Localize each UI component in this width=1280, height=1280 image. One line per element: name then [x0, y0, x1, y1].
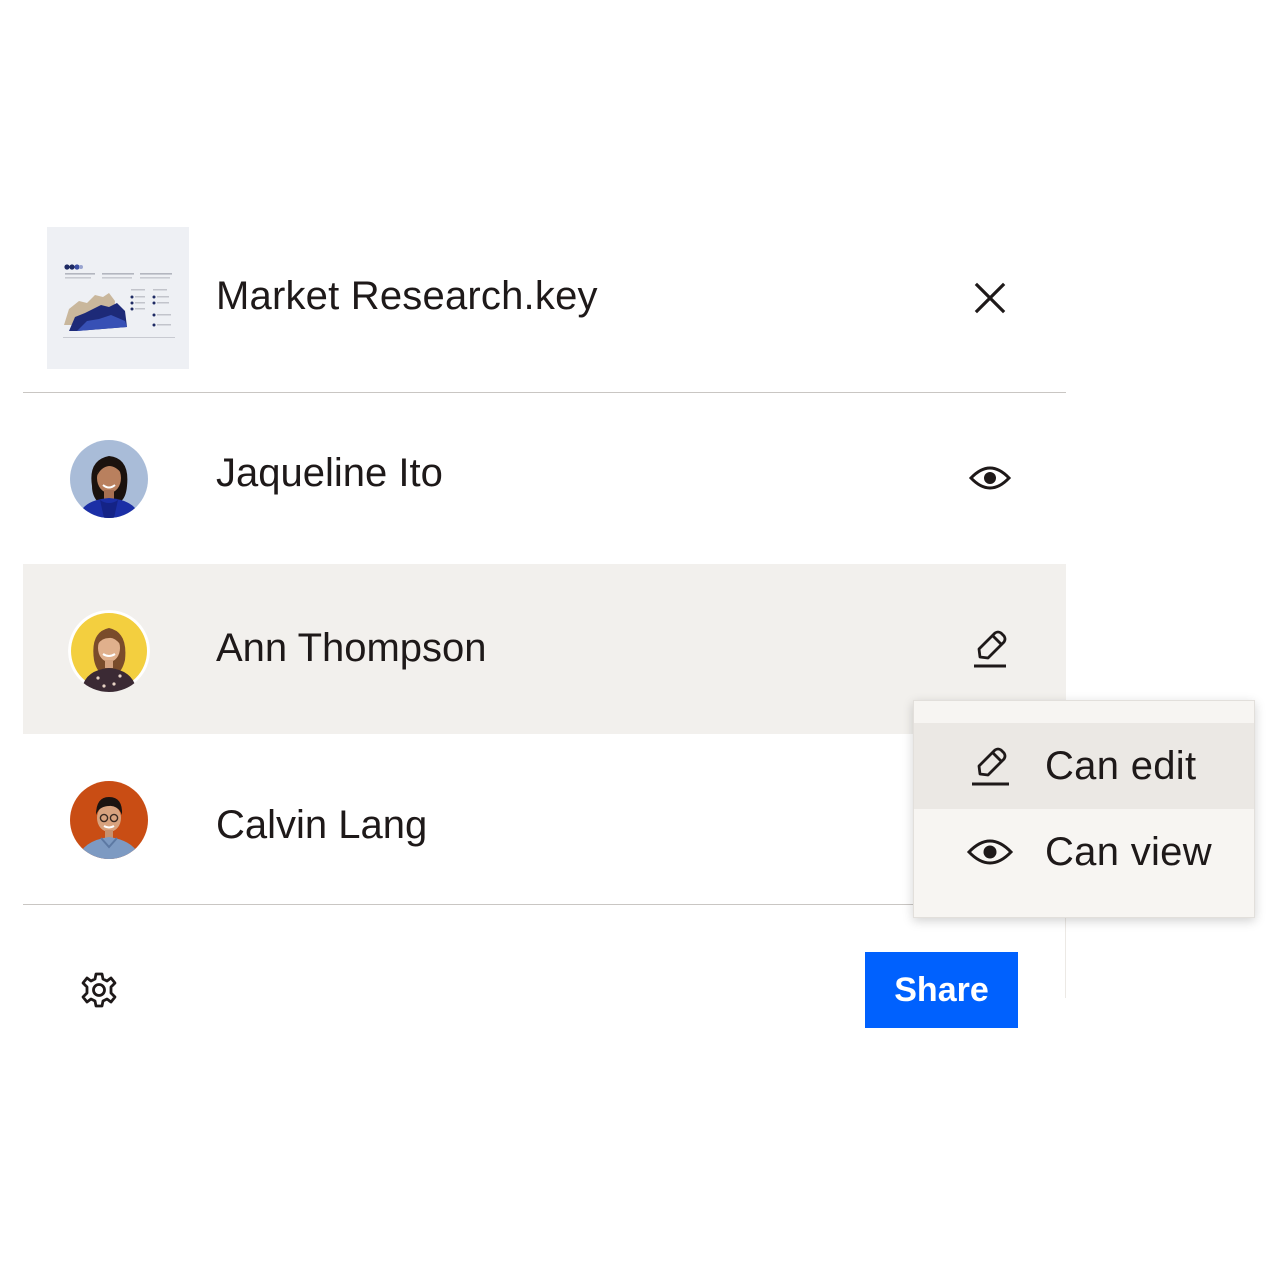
close-icon: [974, 282, 1006, 314]
member-row-ann-thompson: Ann Thompson: [23, 564, 1066, 734]
eye-icon: [969, 466, 1011, 490]
file-name: Market Research.key: [216, 274, 598, 318]
file-thumbnail: [47, 227, 189, 369]
pencil-icon: [974, 630, 1007, 668]
share-button[interactable]: Share: [865, 952, 1018, 1028]
member-row-calvin-lang: Calvin Lang: [23, 735, 1066, 905]
permission-toggle[interactable]: [966, 454, 1014, 502]
avatar: [70, 440, 148, 518]
menu-item-can-view[interactable]: Can view: [914, 809, 1254, 895]
member-name: Ann Thompson: [216, 626, 487, 670]
permission-toggle[interactable]: [966, 625, 1014, 673]
close-button[interactable]: [966, 274, 1014, 322]
menu-item-label: Can view: [1045, 830, 1212, 874]
member-name: Jaqueline Ito: [216, 451, 443, 495]
member-name: Calvin Lang: [216, 803, 428, 847]
avatar: [70, 781, 148, 859]
menu-item-can-edit[interactable]: Can edit: [914, 723, 1254, 809]
list-divider: [23, 904, 915, 905]
member-row-jaqueline-ito: Jaqueline Ito: [23, 393, 1066, 563]
menu-item-label: Can edit: [1045, 744, 1197, 788]
pencil-icon: [964, 742, 1016, 790]
avatar: [68, 610, 150, 692]
share-dialog-canvas: Market Research.key Jaqueline Ito Ann Th…: [0, 0, 1280, 1280]
settings-button[interactable]: [76, 967, 122, 1013]
eye-icon: [964, 828, 1016, 876]
permission-menu: Can edit Can view: [913, 700, 1255, 918]
gear-icon: [81, 972, 117, 1008]
